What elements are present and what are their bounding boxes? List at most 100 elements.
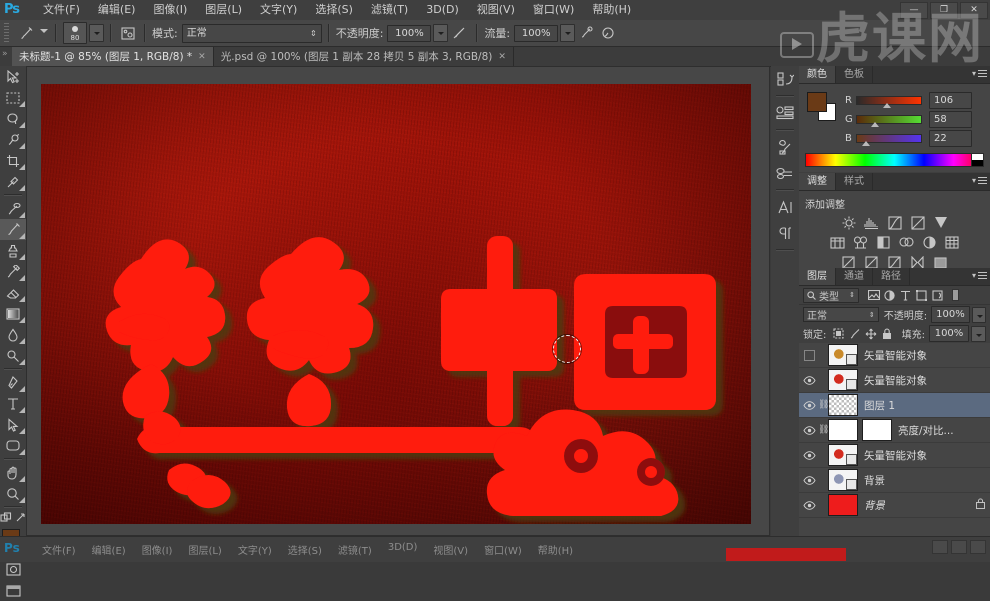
bg-close-button[interactable] — [970, 540, 986, 554]
layer-fill-dropdown[interactable] — [971, 325, 986, 342]
blend-mode-select[interactable]: 正常 ⇕ — [181, 23, 322, 43]
menu-type[interactable]: 文字(Y) — [251, 0, 306, 20]
layer-row[interactable]: ⛓ 亮度/对比... — [799, 418, 990, 443]
history-panel-icon[interactable] — [771, 66, 799, 92]
tool-clone-stamp[interactable] — [0, 240, 26, 261]
layer-list[interactable]: 矢量智能对象 矢量智能对象 ⛓ 图层 1 ⛓ 亮度/对比... 矢量智能对象 背景 背景 — [799, 343, 990, 537]
curves-icon[interactable] — [886, 215, 903, 230]
layer-opacity-dropdown[interactable] — [971, 306, 986, 323]
tool-shape[interactable] — [0, 435, 26, 456]
tool-history-brush[interactable] — [0, 261, 26, 282]
menu-view[interactable]: 视图(V) — [468, 0, 524, 20]
layer-visibility-icon[interactable] — [801, 368, 818, 393]
lock-position-icon[interactable] — [863, 326, 878, 341]
layer-visibility-icon[interactable] — [801, 343, 818, 368]
airbrush-icon[interactable] — [575, 26, 597, 40]
tab-layers[interactable]: 图层 — [799, 268, 836, 285]
tool-hand[interactable] — [0, 462, 26, 483]
background-window-controls[interactable] — [932, 540, 986, 554]
panel-menu[interactable]: ▾ — [972, 69, 987, 78]
filter-toggle-icon[interactable] — [948, 288, 963, 303]
menu-filter[interactable]: 滤镜(T) — [362, 0, 417, 20]
bg-minimize-button[interactable] — [932, 540, 948, 554]
lock-image-icon[interactable] — [847, 326, 862, 341]
layer-row[interactable]: ⛓ 图层 1 — [799, 393, 990, 418]
bg-menu-item[interactable]: 选择(S) — [280, 542, 330, 557]
layer-row[interactable]: 矢量智能对象 — [799, 368, 990, 393]
panel-menu[interactable]: ▾ — [972, 176, 987, 185]
r-slider[interactable] — [856, 95, 922, 108]
spectrum-white-black[interactable] — [971, 154, 983, 166]
document-tab-close-icon[interactable]: ✕ — [198, 52, 206, 62]
layer-link-icon[interactable]: ⛓ — [818, 425, 829, 435]
bg-menu-item[interactable]: 滤镜(T) — [330, 542, 380, 557]
tool-pen[interactable] — [0, 372, 26, 393]
bg-menu-item[interactable]: 帮助(H) — [530, 542, 581, 557]
tool-spot-healing[interactable] — [0, 198, 26, 219]
brightness-contrast-icon[interactable] — [840, 215, 857, 230]
black-white-icon[interactable] — [875, 235, 892, 250]
color-spectrum-ramp[interactable] — [805, 153, 984, 167]
document-tab-2[interactable]: 光.psd @ 100% (图层 1 副本 28 拷贝 5 副本 3, RGB/… — [214, 47, 514, 66]
menu-layer[interactable]: 图层(L) — [196, 0, 251, 20]
layer-visibility-icon[interactable] — [801, 393, 818, 418]
bg-menu-item[interactable]: 视图(V) — [425, 542, 476, 557]
color-lookup-icon[interactable] — [944, 235, 961, 250]
layer-opacity-input[interactable]: 100% — [931, 306, 970, 323]
document-tab-1[interactable]: 未标题-1 @ 85% (图层 1, RGB/8) * ✕ — [12, 47, 214, 66]
bg-menu-item[interactable]: 图层(L) — [180, 542, 229, 557]
filter-adjustment-icon[interactable] — [882, 288, 897, 303]
layer-thumbnail[interactable] — [828, 494, 858, 516]
layer-fill-input[interactable]: 100% — [929, 325, 969, 342]
brush-preset-dropdown[interactable] — [89, 24, 104, 42]
flow-input[interactable]: 100% — [514, 24, 559, 42]
tool-marquee[interactable] — [0, 87, 26, 108]
tool-brush[interactable] — [0, 219, 26, 240]
opacity-dropdown[interactable] — [433, 24, 449, 42]
menu-window[interactable]: 窗口(W) — [524, 0, 583, 20]
character-panel-icon[interactable] — [771, 194, 799, 220]
b-slider[interactable] — [856, 133, 922, 146]
maximize-button[interactable]: ❐ — [930, 2, 958, 19]
lock-transparency-icon[interactable] — [831, 326, 846, 341]
brush-presets-panel-icon[interactable] — [771, 160, 799, 186]
menu-select[interactable]: 选择(S) — [306, 0, 362, 20]
bg-menu-item[interactable]: 3D(D) — [380, 542, 426, 557]
tool-blur[interactable] — [0, 324, 26, 345]
tool-type[interactable] — [0, 393, 26, 414]
quick-mask-mode-button[interactable] — [0, 559, 26, 580]
layer-visibility-icon[interactable] — [801, 468, 818, 493]
layer-blend-mode-select[interactable]: 正常 ⇕ — [803, 307, 879, 322]
filter-text-icon[interactable] — [898, 288, 913, 303]
menu-file[interactable]: 文件(F) — [34, 0, 89, 20]
menu-3d[interactable]: 3D(D) — [417, 0, 468, 20]
bg-menu-item[interactable]: 文字(Y) — [230, 542, 280, 557]
options-bar-grip[interactable] — [4, 23, 9, 43]
color-panel-foreground-swatch[interactable] — [807, 92, 827, 112]
hue-saturation-icon[interactable] — [829, 235, 846, 250]
lock-all-icon[interactable] — [879, 326, 894, 341]
vibrance-icon[interactable] — [932, 215, 949, 230]
tool-gradient[interactable] — [0, 303, 26, 324]
layer-thumbnail[interactable] — [828, 344, 858, 366]
bg-menu-item[interactable]: 窗口(W) — [476, 542, 530, 557]
g-slider[interactable] — [856, 114, 922, 127]
brush-size-preview[interactable]: 80 — [63, 22, 87, 44]
tool-move[interactable] — [0, 66, 26, 87]
menu-image[interactable]: 图像(I) — [144, 0, 196, 20]
minimize-button[interactable]: — — [900, 2, 928, 19]
layer-row[interactable]: 背景 — [799, 493, 990, 518]
filter-image-icon[interactable] — [866, 288, 881, 303]
layer-link-icon[interactable]: ⛓ — [818, 400, 829, 410]
layer-row[interactable]: 背景 — [799, 468, 990, 493]
filter-smartobject-icon[interactable] — [930, 288, 945, 303]
channel-mixer-icon[interactable] — [921, 235, 938, 250]
brush-tool-icon[interactable] — [14, 23, 38, 43]
opacity-pressure-icon[interactable] — [448, 26, 470, 40]
tool-lasso[interactable] — [0, 108, 26, 129]
color-panel-swatches[interactable] — [807, 92, 836, 121]
quick-mask-icon[interactable] — [0, 511, 12, 523]
bg-menu-item[interactable]: 编辑(E) — [84, 542, 134, 557]
bg-menu-item[interactable]: 文件(F) — [34, 542, 84, 557]
brush-panel-toggle-icon[interactable] — [118, 24, 138, 42]
